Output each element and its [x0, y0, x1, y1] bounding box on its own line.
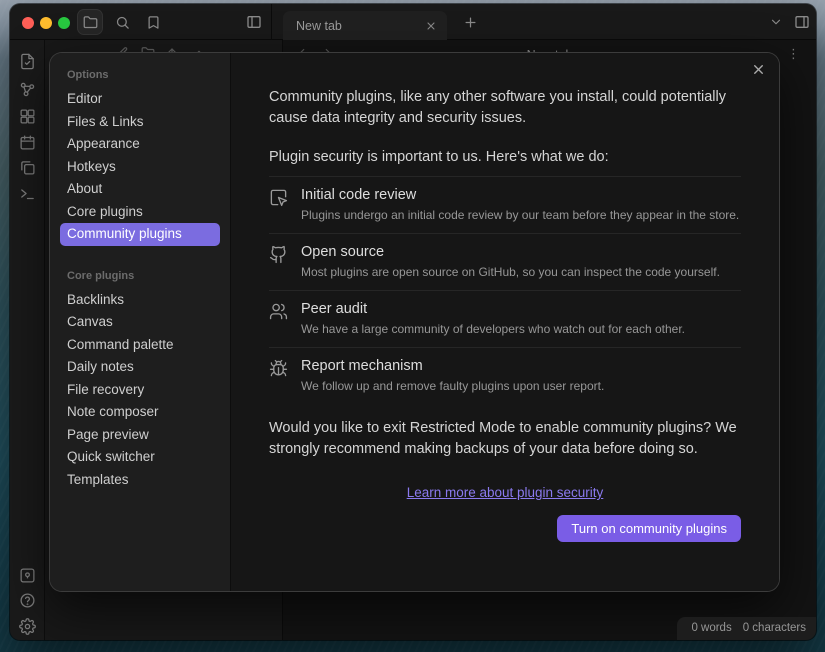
- sidebar-item-backlinks[interactable]: Backlinks: [60, 289, 220, 312]
- item-desc: Most plugins are open source on GitHub, …: [301, 265, 720, 280]
- vault-files-button[interactable]: [78, 10, 102, 34]
- tab-list-button[interactable]: [764, 10, 788, 34]
- search-icon: [115, 15, 130, 30]
- item-title: Open source: [301, 243, 720, 261]
- users-icon: [269, 302, 288, 321]
- traffic-close-button[interactable]: [22, 17, 34, 29]
- graph-icon[interactable]: [18, 80, 37, 99]
- sidebar-item-note-composer[interactable]: Note composer: [60, 401, 220, 424]
- new-note-icon[interactable]: [18, 52, 37, 71]
- panel-left-icon: [246, 14, 262, 30]
- word-count: 0 words: [691, 622, 731, 634]
- tab-label: New tab: [283, 19, 425, 33]
- titlebar-divider: [271, 4, 272, 40]
- sidebar-item-file-recovery[interactable]: File recovery: [60, 379, 220, 402]
- plus-icon: [463, 15, 478, 30]
- canvas-icon[interactable]: [18, 107, 37, 126]
- restricted-mode-question: Would you like to exit Restricted Mode t…: [269, 418, 741, 460]
- chevron-down-icon: [769, 15, 783, 29]
- titlebar: New tab: [10, 4, 816, 40]
- sidebar-item-about[interactable]: About: [60, 178, 220, 201]
- obsidian-window: New tab: [10, 4, 816, 640]
- item-title: Report mechanism: [301, 357, 604, 375]
- daily-note-icon[interactable]: [18, 133, 37, 152]
- list-item: Peer audit We have a large community of …: [269, 290, 741, 347]
- terminal-icon[interactable]: [18, 184, 37, 203]
- sidebar-item-core-plugins[interactable]: Core plugins: [60, 201, 220, 224]
- security-list: Initial code review Plugins undergo an i…: [269, 176, 741, 404]
- folder-icon: [83, 15, 98, 30]
- toggle-left-sidebar-button[interactable]: [242, 10, 266, 34]
- item-desc: We have a large community of developers …: [301, 322, 685, 337]
- sidebar-item-quick-switcher[interactable]: Quick switcher: [60, 446, 220, 469]
- help-icon[interactable]: [18, 591, 37, 610]
- sidebar-item-files-links[interactable]: Files & Links: [60, 111, 220, 134]
- item-title: Initial code review: [301, 186, 739, 204]
- sidebar-item-community-plugins[interactable]: Community plugins: [60, 223, 220, 246]
- sidebar-item-canvas[interactable]: Canvas: [60, 311, 220, 334]
- list-item: Report mechanism We follow up and remove…: [269, 347, 741, 404]
- sidebar-item-page-preview[interactable]: Page preview: [60, 424, 220, 447]
- traffic-zoom-button[interactable]: [58, 17, 70, 29]
- tab-close-icon[interactable]: [425, 20, 437, 32]
- sidebar-item-editor[interactable]: Editor: [60, 88, 220, 111]
- vault-icon[interactable]: [18, 566, 37, 585]
- settings-content: Community plugins, like any other softwa…: [231, 53, 779, 591]
- core-plugins-header: Core plugins: [60, 270, 220, 282]
- inspect-icon: [269, 188, 288, 207]
- item-title: Peer audit: [301, 300, 685, 318]
- search-button[interactable]: [110, 10, 134, 34]
- sidebar-item-templates[interactable]: Templates: [60, 469, 220, 492]
- traffic-minimize-button[interactable]: [40, 17, 52, 29]
- bug-icon: [269, 359, 288, 378]
- settings-modal: Options Editor Files & Links Appearance …: [50, 53, 779, 591]
- bookmark-icon: [146, 15, 161, 30]
- plugin-security-link[interactable]: Learn more about plugin security: [407, 485, 604, 500]
- sidebar-item-daily-notes[interactable]: Daily notes: [60, 356, 220, 379]
- templates-icon[interactable]: [18, 158, 37, 177]
- item-desc: We follow up and remove faulty plugins u…: [301, 379, 604, 394]
- settings-icon[interactable]: [18, 617, 37, 636]
- close-icon[interactable]: [751, 62, 766, 77]
- toggle-right-sidebar-button[interactable]: [790, 10, 814, 34]
- more-options-icon[interactable]: ⋮: [787, 46, 800, 62]
- settings-sidebar: Options Editor Files & Links Appearance …: [50, 53, 231, 591]
- tab-new-tab[interactable]: New tab: [283, 11, 447, 40]
- list-item: Open source Most plugins are open source…: [269, 233, 741, 290]
- github-icon: [269, 245, 288, 264]
- sidebar-item-appearance[interactable]: Appearance: [60, 133, 220, 156]
- ribbon: [10, 40, 45, 640]
- new-tab-button[interactable]: [458, 10, 482, 34]
- sidebar-item-hotkeys[interactable]: Hotkeys: [60, 156, 220, 179]
- status-bar: 0 words 0 characters: [677, 617, 816, 640]
- bookmarks-button[interactable]: [141, 10, 165, 34]
- panel-right-icon: [794, 14, 810, 30]
- intro-text: Community plugins, like any other softwa…: [269, 87, 741, 129]
- turn-on-community-plugins-button[interactable]: Turn on community plugins: [557, 515, 741, 542]
- item-desc: Plugins undergo an initial code review b…: [301, 208, 739, 223]
- security-heading: Plugin security is important to us. Here…: [269, 147, 741, 168]
- options-header: Options: [60, 69, 220, 81]
- sidebar-item-command-palette[interactable]: Command palette: [60, 334, 220, 357]
- character-count: 0 characters: [743, 622, 806, 634]
- list-item: Initial code review Plugins undergo an i…: [269, 176, 741, 233]
